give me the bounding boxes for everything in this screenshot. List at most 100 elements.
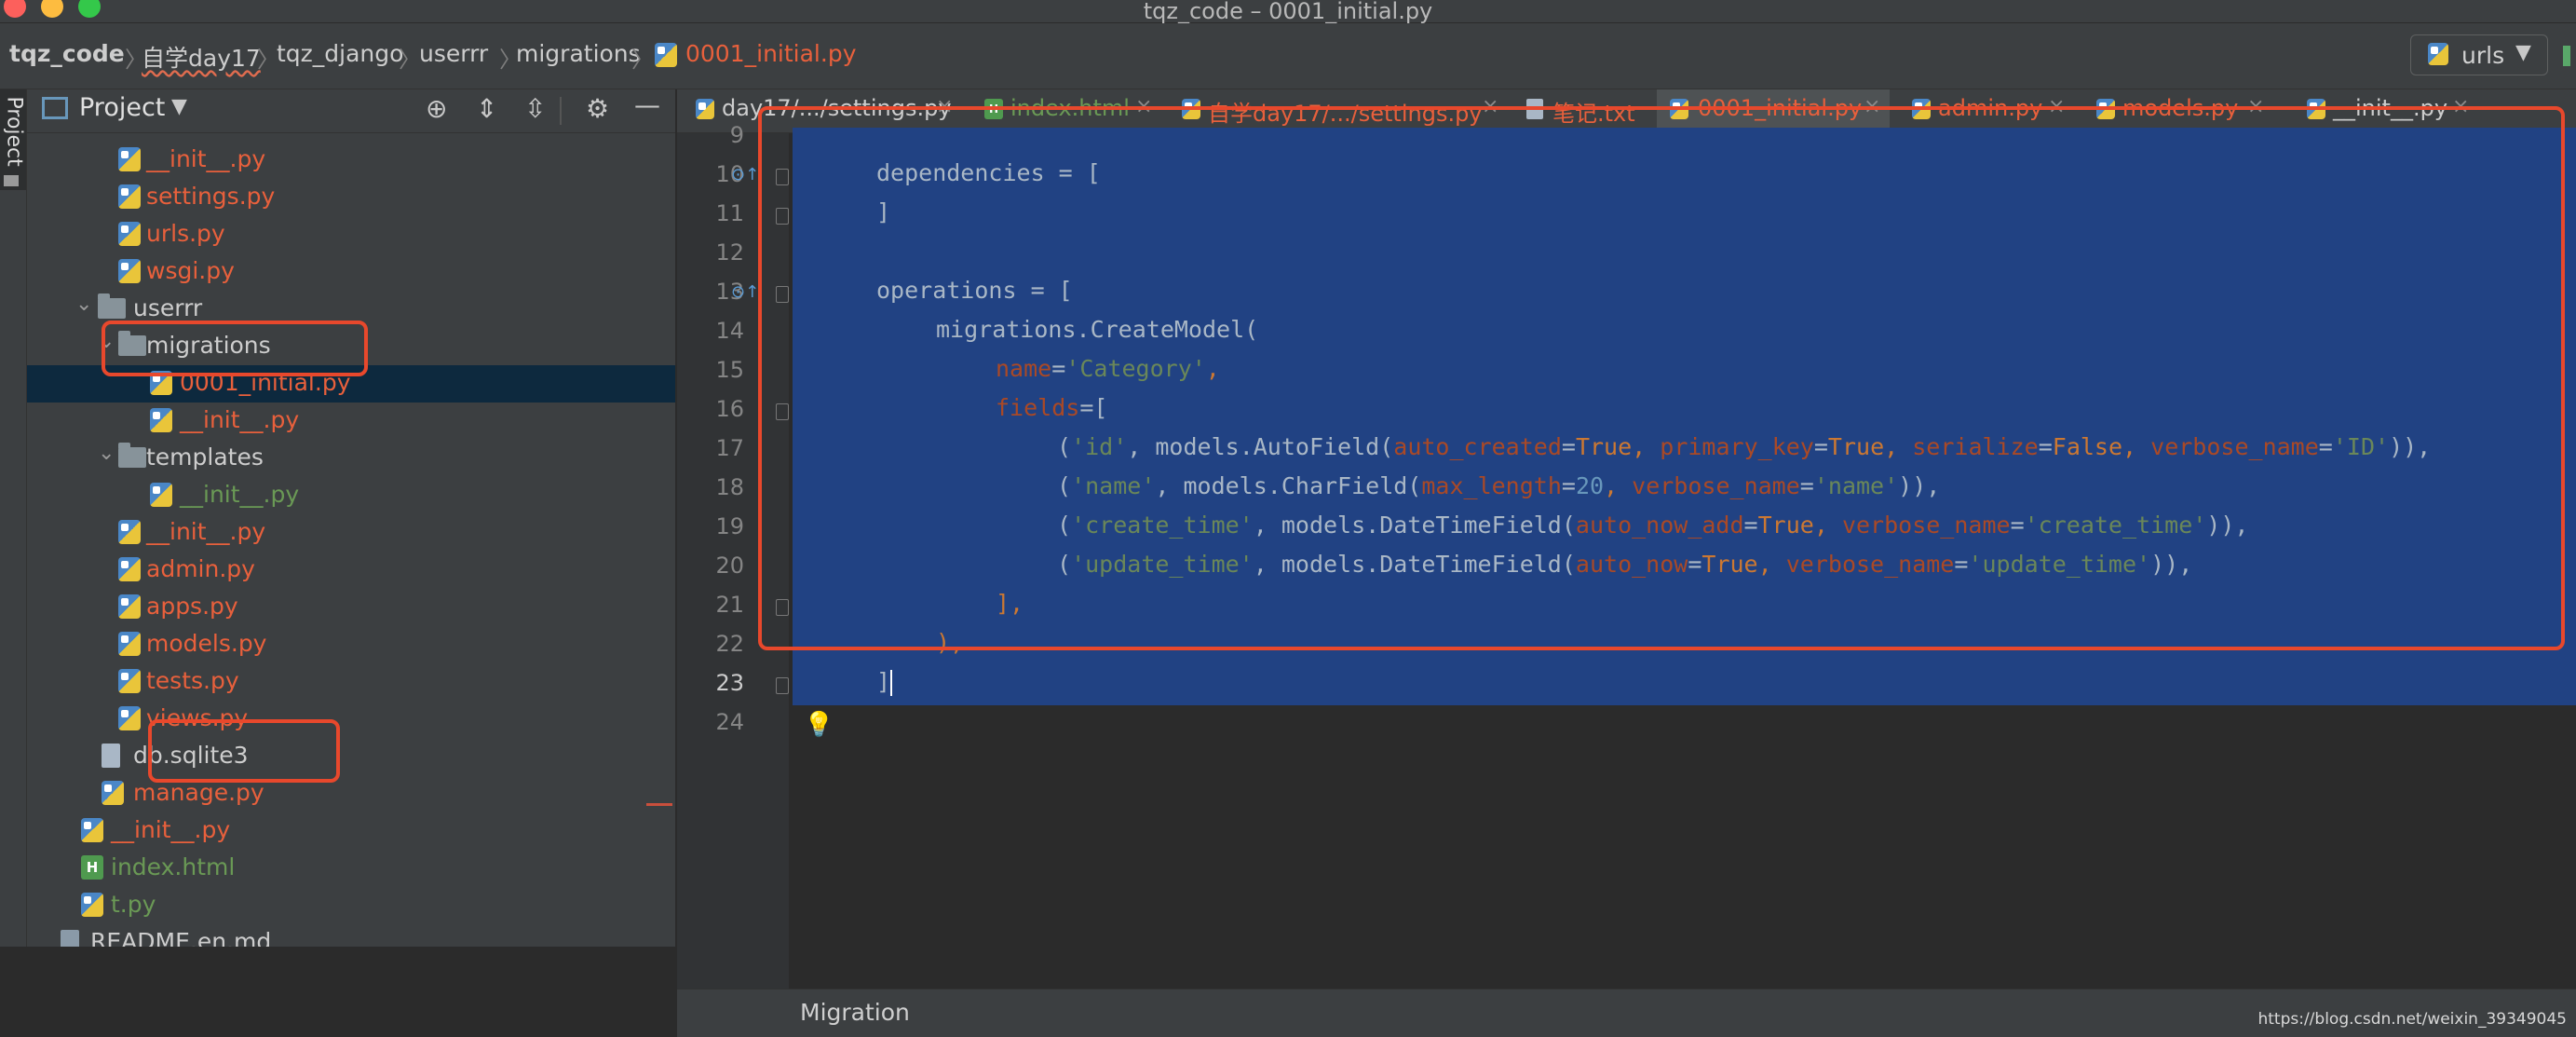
line-number: 23 [715,670,744,696]
window-title-bar: tqz_code – 0001_initial.py [0,0,2576,24]
tree-item-label: README.en.md [90,928,272,947]
folder-icon [4,175,19,186]
python-file-icon [81,893,103,917]
tree-item-admin[interactable]: admin.py [27,552,675,589]
locate-icon[interactable]: ⊕ [426,93,447,124]
tree-item-label: index.html [111,853,236,880]
python-file-icon [118,222,141,246]
folder-icon [118,443,146,468]
annotation-box-migrations [102,321,368,376]
annotation-box-db-sqlite3 [148,719,340,783]
tree-item-label: apps.py [146,593,238,620]
project-tool-window-label: Project [2,96,26,167]
line-number: 14 [715,318,744,344]
chevron-down-icon: ▼ [2515,41,2531,64]
breadcrumb-item-project[interactable]: tqz_code [9,40,125,67]
tree-item-label: t.py [111,891,156,918]
python-file-icon [150,408,172,432]
overrides-icon[interactable]: ⊙↑ [731,282,759,302]
tree-item-label: __init__.py [146,518,266,545]
tree-item-label: __init__.py [146,145,266,172]
run-configuration-label: urls [2461,42,2505,69]
python-file-icon [118,259,141,283]
line-number: 16 [715,396,744,422]
chevron-down-icon[interactable]: ⌄ [75,293,92,316]
tree-item-settings[interactable]: settings.py [27,179,675,216]
line-number: 15 [715,357,744,383]
tree-item-label: __init__.py [180,481,300,508]
tree-item-templates[interactable]: ⌄ templates [27,440,675,477]
editor-area: day17/.../settings.py × H index.html × 自… [677,89,2576,1037]
python-file-icon [118,557,141,581]
tree-item-label: tests.py [146,667,239,694]
line-number: 24 [715,709,744,735]
tree-item-models[interactable]: models.py [27,626,675,663]
left-tool-stripe: Project [0,89,27,947]
navigation-bar: tqz_code 〉 自学day17 〉 tqz_django 〉 userrr… [0,23,2576,89]
tree-item-init[interactable]: __init__.py [27,142,675,179]
tree-item-db-sqlite3[interactable]: db.sqlite3 [27,738,675,775]
python-file-icon [118,594,141,619]
tree-item-label: __init__.py [180,406,300,433]
breadcrumb-item-day17[interactable]: 自学day17 [142,40,261,74]
tree-item-readme[interactable]: README.en.md [27,924,675,947]
editor-breadcrumb-bar: Migration https://blog.csdn.net/weixin_3… [677,989,2576,1037]
tree-item-userrr-init[interactable]: __init__.py [27,514,675,552]
tree-item-root-init[interactable]: __init__.py [27,812,675,850]
database-file-icon [102,744,120,768]
python-file-icon [102,781,124,805]
breadcrumb-item-userrr[interactable]: userrr [419,40,488,67]
line-number: 20 [715,553,744,579]
expand-all-icon[interactable]: ⇕ [476,93,497,124]
project-panel: Project ▼ ⊕ ⇕ ⇳ ⚙ — __init__.py settings… [27,89,675,947]
chevron-down-icon[interactable]: ⌄ [98,442,115,465]
breadcrumb-item-file[interactable]: 0001_initial.py [685,40,856,67]
divider [560,97,562,125]
hide-panel-icon[interactable]: — [634,89,660,120]
gear-icon[interactable]: ⚙ [586,93,609,124]
breadcrumb-item-migrations[interactable]: migrations [516,40,641,67]
run-icon[interactable] [2563,46,2570,66]
python-file-icon [696,99,714,119]
tree-item-label: models.py [146,630,267,657]
tree-item-label: manage.py [133,779,264,806]
fold-marker-icon[interactable] [776,677,789,694]
tree-item-index-html[interactable]: H index.html [27,850,675,887]
annotation-box-code [758,106,2565,650]
chevron-right-icon: 〉 [631,47,654,73]
tree-item-templates-init[interactable]: __init__.py [27,477,675,514]
tree-item-tests[interactable]: tests.py [27,663,675,701]
tree-item-views[interactable]: views.py [27,701,675,738]
text-caret [890,670,893,696]
line-number: 22 [715,631,744,657]
overrides-icon[interactable]: ⊙↑ [731,165,759,184]
line-number: 11 [715,200,744,226]
tree-item-manage[interactable]: manage.py [27,775,675,812]
chevron-down-icon[interactable]: ▼ [171,95,187,118]
error-stripe-mark [646,803,672,806]
python-file-icon [118,669,141,693]
breadcrumb-item-tqz-django[interactable]: tqz_django [277,40,403,67]
markdown-file-icon [61,930,79,947]
python-file-icon [118,632,141,656]
run-configuration-selector[interactable]: urls ▼ [2410,34,2548,75]
tree-item-label: userrr [133,294,203,321]
structure-breadcrumb[interactable]: Migration [800,999,910,1026]
tree-item-apps[interactable]: apps.py [27,589,675,626]
tree-item-migrations-init[interactable]: __init__.py [27,403,675,440]
line-number: 18 [715,474,744,500]
line-number: 12 [715,239,744,266]
line-number: 17 [715,435,744,461]
collapse-all-icon[interactable]: ⇳ [524,93,546,124]
window-title: tqz_code – 0001_initial.py [1143,0,1433,24]
line-number: 21 [715,592,744,618]
python-file-icon [655,43,677,67]
project-panel-header: Project ▼ ⊕ ⇕ ⇳ ⚙ — [27,89,675,133]
project-panel-title[interactable]: Project [79,93,165,122]
python-icon [2428,43,2448,65]
tree-item-t[interactable]: t.py [27,887,675,924]
tree-item-urls[interactable]: urls.py [27,216,675,253]
python-file-icon [118,520,141,544]
tree-item-wsgi[interactable]: wsgi.py [27,253,675,291]
html-file-icon: H [81,855,103,880]
